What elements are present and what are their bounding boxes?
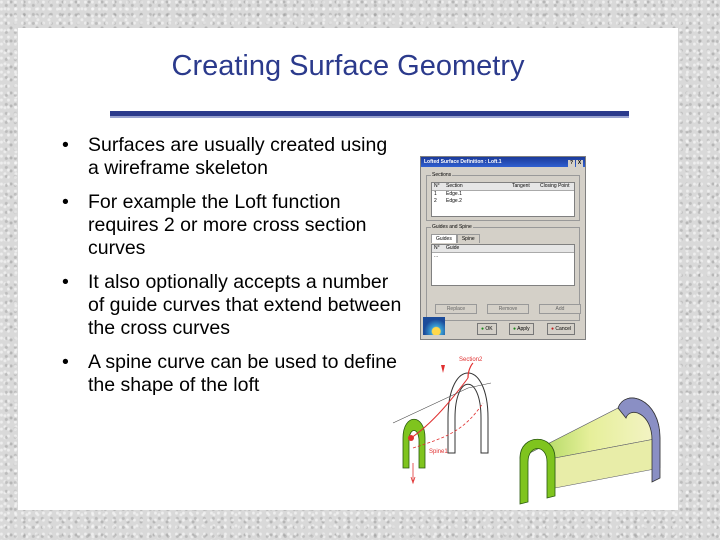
row-index: 1 bbox=[434, 191, 437, 197]
spine-label: Spine1 bbox=[429, 449, 448, 455]
col-header: Closing Point bbox=[540, 183, 570, 189]
tab-spine[interactable]: Spine bbox=[456, 234, 480, 243]
remove-button[interactable]: Remove bbox=[487, 304, 529, 314]
col-header: Section bbox=[446, 183, 463, 189]
wireframe-illustration: Section2 Spine1 bbox=[392, 357, 492, 485]
col-header: N° bbox=[434, 245, 440, 251]
bullet-item: • A spine curve can be used to define the… bbox=[62, 351, 402, 397]
catia-logo bbox=[423, 317, 445, 335]
dialog-title: Lofted Surface Definition : Loft.1 bbox=[424, 159, 502, 165]
row-section: Edge.1 bbox=[446, 191, 462, 197]
section2-label: Section2 bbox=[459, 357, 483, 363]
slide: Creating Surface Geometry • Surfaces are … bbox=[18, 28, 678, 510]
bullet-text: For example the Loft function requires 2… bbox=[88, 191, 367, 259]
ok-label: OK bbox=[485, 326, 493, 332]
row-index: 2 bbox=[434, 198, 437, 204]
loft-result-illustration bbox=[519, 397, 661, 505]
close-button[interactable]: X bbox=[576, 160, 583, 167]
bullet-marker: • bbox=[62, 134, 69, 156]
row-section: Edge.2 bbox=[446, 198, 462, 204]
bullet-text: It also optionally accepts a number of g… bbox=[88, 271, 402, 339]
guides-list[interactable]: N° Guide ... bbox=[431, 244, 575, 286]
bullet-marker: • bbox=[62, 191, 69, 213]
sections-list[interactable]: N° Section Tangent Closing Point 1 Edge.… bbox=[431, 182, 575, 217]
add-button[interactable]: Add bbox=[539, 304, 581, 314]
loft-dialog: Lofted Surface Definition : Loft.1 ? X Se… bbox=[420, 156, 586, 340]
guide-row[interactable]: ... bbox=[432, 253, 574, 260]
section-row[interactable]: 1 Edge.1 bbox=[432, 191, 574, 198]
col-header: N° bbox=[434, 183, 440, 189]
guides-group: Guides and Spine Guides Spine N° Guide ..… bbox=[426, 224, 583, 321]
guides-header: N° Guide bbox=[432, 245, 574, 253]
bullet-list: • Surfaces are usually created using a wi… bbox=[62, 134, 402, 408]
sections-group: Sections N° Section Tangent Closing Poin… bbox=[426, 172, 580, 221]
section-row[interactable]: 2 Edge.2 bbox=[432, 198, 574, 205]
col-header: Tangent bbox=[512, 183, 530, 189]
guides-label: Guides and Spine bbox=[431, 224, 473, 230]
ok-icon: ● bbox=[481, 326, 485, 332]
slide-title: Creating Surface Geometry bbox=[171, 50, 525, 82]
title-underline bbox=[110, 111, 629, 116]
direction-arrow-icon bbox=[410, 463, 416, 485]
bullet-text: A spine curve can be used to define the … bbox=[88, 351, 397, 396]
replace-button[interactable]: Replace bbox=[435, 304, 477, 314]
section-1-surface bbox=[402, 419, 426, 469]
sections-header: N° Section Tangent Closing Point bbox=[432, 183, 574, 191]
bullet-text: Surfaces are usually created using a wir… bbox=[88, 134, 388, 179]
apply-label: Apply bbox=[517, 326, 530, 332]
sections-label: Sections bbox=[431, 172, 453, 178]
apply-icon: ● bbox=[513, 326, 517, 332]
cancel-button[interactable]: ● Cancel bbox=[547, 323, 575, 335]
bullet-item: • It also optionally accepts a number of … bbox=[62, 271, 402, 340]
bullet-item: • Surfaces are usually created using a wi… bbox=[62, 134, 402, 180]
cancel-icon: ● bbox=[551, 326, 555, 332]
bullet-marker: • bbox=[62, 271, 69, 293]
bullet-item: • For example the Loft function requires … bbox=[62, 191, 402, 260]
help-button[interactable]: ? bbox=[568, 160, 575, 167]
apply-button[interactable]: ● Apply bbox=[509, 323, 534, 335]
cancel-label: Cancel bbox=[555, 326, 571, 332]
tab-guides[interactable]: Guides bbox=[431, 234, 457, 243]
row-index: ... bbox=[434, 253, 439, 259]
ok-button[interactable]: ● OK bbox=[477, 323, 497, 335]
col-header: Guide bbox=[446, 245, 460, 251]
dialog-title-bar: Lofted Surface Definition : Loft.1 ? X bbox=[421, 157, 585, 167]
closing-point-marker bbox=[408, 435, 414, 441]
section-buttons: Replace Remove Add bbox=[435, 304, 583, 314]
direction-arrow-icon bbox=[441, 365, 445, 373]
bullet-marker: • bbox=[62, 351, 69, 373]
guides-tabs: Guides Spine bbox=[431, 234, 480, 243]
